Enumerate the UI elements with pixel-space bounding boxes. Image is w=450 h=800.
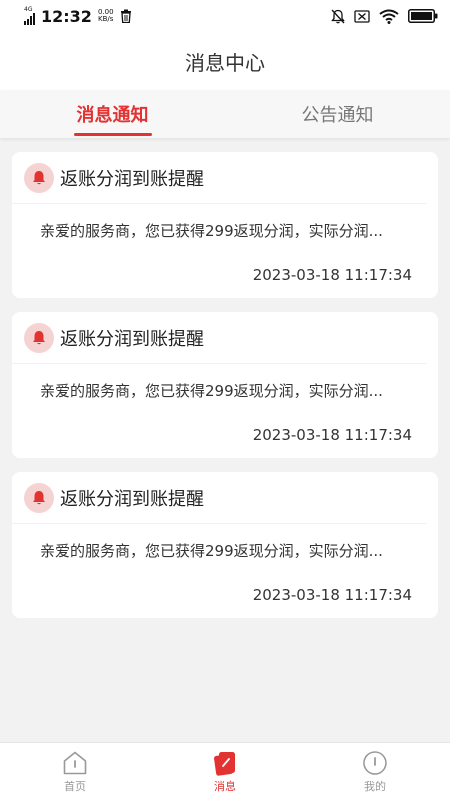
tab-bar: 消息通知 公告通知 (0, 90, 450, 138)
message-title: 返账分润到账提醒 (60, 168, 204, 190)
message-card-header: 返账分润到账提醒 (12, 152, 426, 204)
nav-item-home[interactable]: 首页 (0, 743, 150, 800)
message-title: 返账分润到账提醒 (60, 488, 204, 510)
message-time: 2023-03-18 11:17:34 (252, 266, 412, 284)
tab-message-notifications[interactable]: 消息通知 (0, 90, 225, 138)
net-speed: 0.00 KB/s (97, 8, 114, 23)
message-list: 返账分润到账提醒 亲爱的服务商，您已获得299返现分润，实际分润... 2023… (12, 152, 438, 632)
wifi-icon (379, 9, 399, 24)
tab-announcements[interactable]: 公告通知 (225, 90, 450, 138)
message-body: 亲爱的服务商，您已获得299返现分润，实际分润... (40, 222, 383, 240)
nav-label: 首页 (64, 779, 86, 793)
page-header: 消息中心 (0, 32, 450, 90)
cellular-signal-icon: 4G (24, 7, 35, 25)
bottom-nav: 首页 消息 我的 (0, 742, 450, 800)
nav-item-profile[interactable]: 我的 (300, 743, 450, 800)
page-title: 消息中心 (185, 50, 265, 75)
battery-icon (408, 9, 438, 23)
nav-item-messages[interactable]: 消息 (150, 743, 300, 800)
bell-icon (24, 322, 54, 353)
message-card-header: 返账分润到账提醒 (12, 472, 426, 524)
message-time: 2023-03-18 11:17:34 (252, 586, 412, 604)
message-card[interactable]: 返账分润到账提醒 亲爱的服务商，您已获得299返现分润，实际分润... 2023… (12, 472, 438, 618)
mute-bell-icon (331, 9, 345, 23)
bell-icon (24, 482, 54, 513)
message-icon (214, 751, 235, 776)
home-icon (63, 751, 87, 774)
sim-blocked-icon (354, 9, 370, 23)
bell-icon (24, 162, 54, 193)
message-body: 亲爱的服务商，您已获得299返现分润，实际分润... (40, 542, 383, 560)
message-body: 亲爱的服务商，您已获得299返现分润，实际分润... (40, 382, 383, 400)
message-card[interactable]: 返账分润到账提醒 亲爱的服务商，您已获得299返现分润，实际分润... 2023… (12, 312, 438, 458)
tab-label: 消息通知 (76, 105, 149, 126)
message-time: 2023-03-18 11:17:34 (252, 426, 412, 444)
status-bar: 4G 12:32 0.00 KB/s (0, 0, 450, 32)
trash-icon (120, 9, 131, 23)
profile-icon (363, 750, 387, 775)
message-title: 返账分润到账提醒 (60, 328, 204, 350)
status-time: 12:32 (41, 6, 92, 26)
tab-label: 公告通知 (301, 105, 374, 126)
nav-label: 我的 (364, 779, 386, 793)
message-card[interactable]: 返账分润到账提醒 亲爱的服务商，您已获得299返现分润，实际分润... 2023… (12, 152, 438, 298)
message-card-header: 返账分润到账提醒 (12, 312, 426, 364)
nav-label: 消息 (214, 779, 236, 793)
